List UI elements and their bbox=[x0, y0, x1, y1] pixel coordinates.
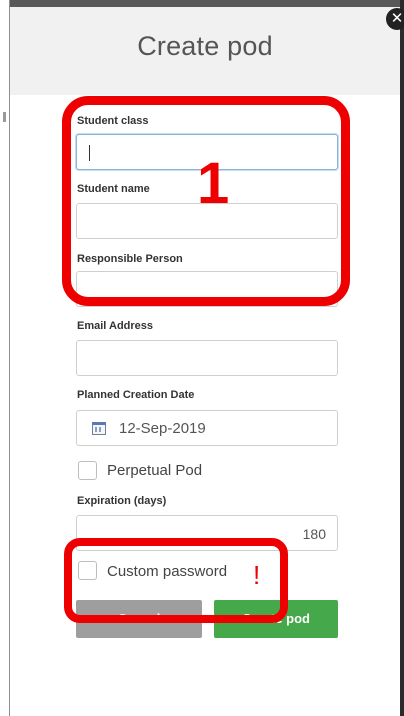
expiration-label: Expiration (days) bbox=[77, 495, 167, 507]
annotation-marker-2: ! bbox=[253, 560, 261, 590]
annotation-marker-1: 1 bbox=[197, 151, 230, 216]
dialog-header: Create pod bbox=[10, 7, 400, 95]
window-right-border bbox=[400, 0, 404, 716]
expiration-value: 180 bbox=[302, 526, 326, 542]
email-label: Email Address bbox=[77, 320, 154, 332]
window-left-border bbox=[0, 0, 10, 716]
close-icon[interactable]: ✕ bbox=[386, 8, 404, 30]
dialog-title: Create pod bbox=[137, 31, 273, 61]
email-input[interactable] bbox=[76, 340, 338, 376]
planned-date-label: Planned Creation Date bbox=[77, 389, 195, 401]
perpetual-pod-checkbox[interactable] bbox=[78, 461, 97, 480]
left-border-mark bbox=[3, 112, 6, 122]
planned-date-input[interactable]: 12-Sep-2019 bbox=[76, 410, 338, 446]
window-top-border bbox=[0, 0, 404, 7]
calendar-icon[interactable] bbox=[92, 422, 106, 435]
perpetual-pod-label: Perpetual Pod bbox=[107, 462, 203, 479]
planned-date-value: 12-Sep-2019 bbox=[119, 420, 206, 437]
